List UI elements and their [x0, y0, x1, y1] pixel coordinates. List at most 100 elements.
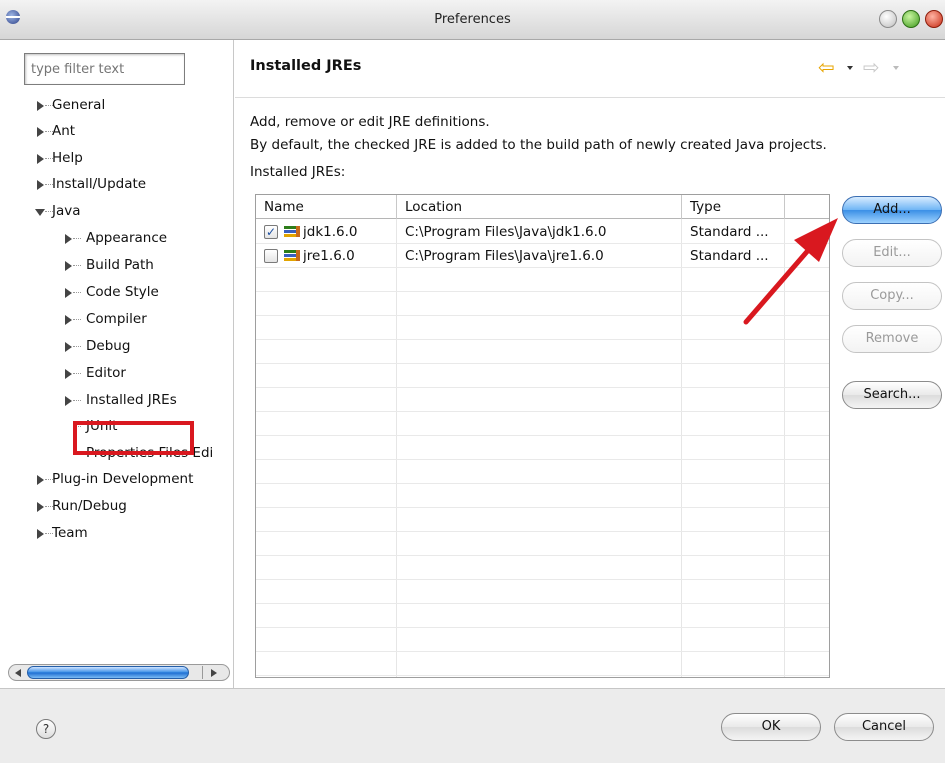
tree-item-label: Installed JREs: [86, 392, 177, 408]
tree-item-help[interactable]: Help: [0, 145, 234, 171]
expand-arrow-icon[interactable]: [37, 127, 44, 137]
tree-item-team[interactable]: Team: [0, 520, 234, 546]
scroll-right-arrow-icon[interactable]: [211, 669, 217, 677]
tree-item-label: Install/Update: [52, 176, 147, 192]
tree-item-label: Code Style: [86, 284, 159, 300]
column-header-name[interactable]: Name: [256, 195, 397, 219]
tree-item-run-debug[interactable]: Run/Debug: [0, 493, 234, 519]
back-history-dropdown-icon[interactable]: [847, 66, 853, 70]
table-row-divider: [256, 291, 829, 292]
expand-arrow-icon[interactable]: [37, 101, 44, 111]
filter-input[interactable]: [24, 53, 185, 85]
help-icon[interactable]: ?: [36, 719, 56, 739]
tree-item-label: Build Path: [86, 257, 154, 273]
cancel-button[interactable]: Cancel: [834, 713, 934, 741]
expand-arrow-icon[interactable]: [65, 261, 72, 271]
expand-arrow-icon[interactable]: [37, 180, 44, 190]
jre-type: Standard ...: [690, 224, 769, 240]
table-row-divider: [256, 459, 829, 460]
jre-location: C:\Program Files\Java\jre1.6.0: [405, 248, 604, 264]
tree-item-label: Java: [52, 203, 81, 219]
forward-history-dropdown-icon: [893, 66, 899, 70]
tree-item-installed-jres[interactable]: Installed JREs: [0, 387, 234, 413]
installed-jres-table[interactable]: Name Location Type ✓ jdk1.6.0 C:\Program…: [255, 194, 830, 678]
jre-library-icon: [284, 226, 300, 238]
preferences-sidebar: General Ant Help Install/Update Java App…: [0, 40, 234, 688]
expand-arrow-icon[interactable]: [37, 475, 44, 485]
tree-item-ant[interactable]: Ant: [0, 118, 234, 144]
back-arrow-icon[interactable]: ⇦: [818, 57, 835, 77]
table-header: Name Location Type: [256, 195, 829, 219]
edit-jre-button[interactable]: Edit...: [842, 239, 942, 267]
tree-item-build-path[interactable]: Build Path: [0, 252, 234, 278]
window-title: Preferences: [434, 12, 511, 27]
expand-arrow-icon[interactable]: [65, 315, 72, 325]
column-header-type[interactable]: Type: [682, 195, 785, 219]
search-jre-button[interactable]: Search...: [842, 381, 942, 409]
scrollbar-thumb[interactable]: [27, 666, 189, 679]
tree-item-java[interactable]: Java: [0, 198, 234, 224]
tree-item-debug[interactable]: Debug: [0, 333, 234, 359]
expand-arrow-icon[interactable]: [65, 342, 72, 352]
jre-name: jdk1.6.0: [303, 224, 358, 240]
expand-arrow-icon[interactable]: [37, 529, 44, 539]
dialog-footer: ? OK Cancel: [0, 688, 945, 763]
tree-item-code-style[interactable]: Code Style: [0, 279, 234, 305]
tree-item-label: Run/Debug: [52, 498, 127, 514]
tree-item-label: Appearance: [86, 230, 168, 246]
tree-item-general[interactable]: General: [0, 92, 234, 118]
tree-item-install-update[interactable]: Install/Update: [0, 171, 234, 197]
default-jre-checkbox[interactable]: [264, 249, 278, 263]
sidebar-horizontal-scrollbar[interactable]: [8, 664, 230, 681]
selection-highlight-box: [73, 421, 194, 455]
table-row-divider: [256, 411, 829, 412]
remove-jre-button[interactable]: Remove: [842, 325, 942, 353]
table-row[interactable]: ✓ jdk1.6.0 C:\Program Files\Java\jdk1.6.…: [256, 220, 829, 244]
table-row-divider: [256, 627, 829, 628]
jre-location: C:\Program Files\Java\jdk1.6.0: [405, 224, 607, 240]
tree-item-appearance[interactable]: Appearance: [0, 225, 234, 251]
page-title: Installed JREs: [250, 58, 362, 74]
forward-arrow-icon: ⇨: [863, 55, 880, 79]
preferences-tree: General Ant Help Install/Update Java App…: [0, 92, 234, 662]
table-row-divider: [256, 675, 829, 676]
table-row-divider: [256, 507, 829, 508]
tree-item-label: General: [52, 97, 106, 113]
table-label: Installed JREs:: [250, 164, 346, 180]
window-zoom-button[interactable]: [902, 10, 920, 28]
table-row-divider: [256, 603, 829, 604]
column-header-location[interactable]: Location: [397, 195, 682, 219]
tree-item-editor[interactable]: Editor: [0, 360, 234, 386]
table-row[interactable]: jre1.6.0 C:\Program Files\Java\jre1.6.0 …: [256, 244, 829, 268]
default-jre-checkbox[interactable]: ✓: [264, 225, 278, 239]
expand-arrow-icon[interactable]: [65, 369, 72, 379]
expand-arrow-icon[interactable]: [37, 502, 44, 512]
table-row-divider: [256, 315, 829, 316]
copy-jre-button[interactable]: Copy...: [842, 282, 942, 310]
tree-item-plug-in-development[interactable]: Plug-in Development: [0, 466, 234, 492]
window-close-button[interactable]: [925, 10, 943, 28]
table-row-divider: [256, 579, 829, 580]
page-header: Installed JREs ⇦ ⇨: [235, 40, 945, 98]
window-minimize-button[interactable]: [879, 10, 897, 28]
page-description-detail: By default, the checked JRE is added to …: [250, 137, 827, 153]
expand-arrow-icon[interactable]: [65, 234, 72, 244]
tree-item-compiler[interactable]: Compiler: [0, 306, 234, 332]
tree-item-label: Team: [52, 525, 88, 541]
expand-arrow-icon[interactable]: [65, 396, 72, 406]
preference-page: Installed JREs ⇦ ⇨ Add, remove or edit J…: [235, 40, 945, 688]
table-row-divider: [256, 435, 829, 436]
scroll-left-arrow-icon[interactable]: [15, 669, 21, 677]
table-row-divider: [256, 483, 829, 484]
tree-item-label: Editor: [86, 365, 126, 381]
collapse-arrow-icon[interactable]: [35, 209, 45, 216]
add-jre-button[interactable]: Add...: [842, 196, 942, 224]
ok-button[interactable]: OK: [721, 713, 821, 741]
page-description: Add, remove or edit JRE definitions.: [250, 114, 490, 130]
expand-arrow-icon[interactable]: [65, 288, 72, 298]
title-bar: Preferences: [0, 0, 945, 40]
expand-arrow-icon[interactable]: [37, 154, 44, 164]
tree-item-label: Debug: [86, 338, 131, 354]
tree-item-label: Ant: [52, 123, 76, 139]
table-row-divider: [256, 651, 829, 652]
